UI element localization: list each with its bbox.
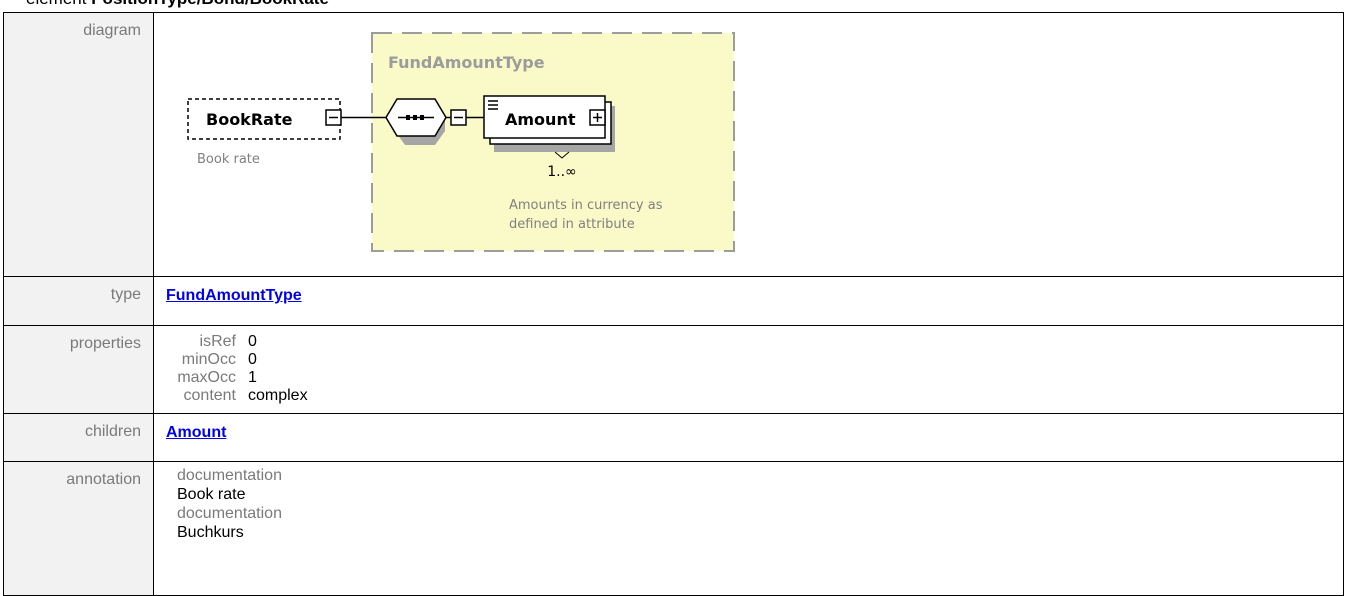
- prop-value-isref: 0: [248, 333, 257, 350]
- amount-doc-line2: defined in attribute: [509, 217, 635, 232]
- diagram-row: diagram FundAmountType BookRate Book rat…: [3, 12, 1344, 277]
- children-label: children: [3, 413, 154, 462]
- type-row: type FundAmountType: [3, 276, 1344, 326]
- annotation-value: Buchkurs: [177, 524, 244, 541]
- type-label: type: [3, 276, 154, 326]
- diagram-cell: FundAmountType BookRate Book rate Amount…: [153, 12, 1344, 277]
- sequence-dot-3: [420, 115, 424, 120]
- prop-value-minocc: 0: [248, 351, 257, 368]
- element-doc-table: diagram FundAmountType BookRate Book rat…: [3, 12, 1344, 596]
- children-cell: Amount: [153, 413, 1344, 462]
- prop-key-maxocc: maxOcc: [177, 369, 236, 386]
- sequence-dot-1: [406, 115, 410, 120]
- prop-value-maxocc: 1: [248, 369, 257, 386]
- annotation-value: Book rate: [177, 486, 246, 503]
- properties-row: properties isRef 0 minOcc 0 maxOcc 1 con…: [3, 325, 1344, 414]
- bookrate-element-name: BookRate: [206, 110, 293, 129]
- annotation-cell: documentation Book rate documentation Bu…: [153, 461, 1344, 596]
- properties-list: isRef 0 minOcc 0 maxOcc 1 content comple…: [154, 326, 1343, 405]
- annotation-key: documentation: [177, 467, 282, 484]
- amount-cardinality: 1..∞: [547, 164, 576, 180]
- title-prefix: element: [26, 0, 86, 8]
- amount-doc-line1: Amounts in currency as: [509, 198, 663, 213]
- page-title: element PositionType/Bond/BookRate: [26, 0, 329, 9]
- properties-label: properties: [3, 325, 154, 414]
- children-row: children Amount: [3, 413, 1344, 462]
- prop-value-content: complex: [248, 387, 308, 404]
- type-link[interactable]: FundAmountType: [166, 287, 302, 304]
- prop-key-minocc: minOcc: [181, 351, 236, 368]
- diagram-label: diagram: [3, 12, 154, 277]
- bookrate-doc: Book rate: [197, 152, 260, 167]
- prop-key-isref: isRef: [199, 333, 236, 350]
- annotation-row: annotation documentation Book rate docum…: [3, 461, 1344, 596]
- annotation-key: documentation: [177, 505, 282, 522]
- properties-cell: isRef 0 minOcc 0 maxOcc 1 content comple…: [153, 325, 1344, 414]
- title-path: PositionType/Bond/BookRate: [91, 0, 329, 8]
- type-cell: FundAmountType: [153, 276, 1344, 326]
- annotation-label: annotation: [3, 461, 154, 596]
- annotation-list: documentation Book rate documentation Bu…: [154, 462, 1343, 542]
- child-link-amount[interactable]: Amount: [166, 424, 226, 441]
- amount-element-name: Amount: [505, 110, 576, 129]
- prop-key-content: content: [183, 387, 236, 404]
- group-title: FundAmountType: [388, 53, 545, 72]
- sequence-dot-2: [413, 115, 417, 120]
- schema-diagram: FundAmountType BookRate Book rate Amount…: [187, 32, 735, 252]
